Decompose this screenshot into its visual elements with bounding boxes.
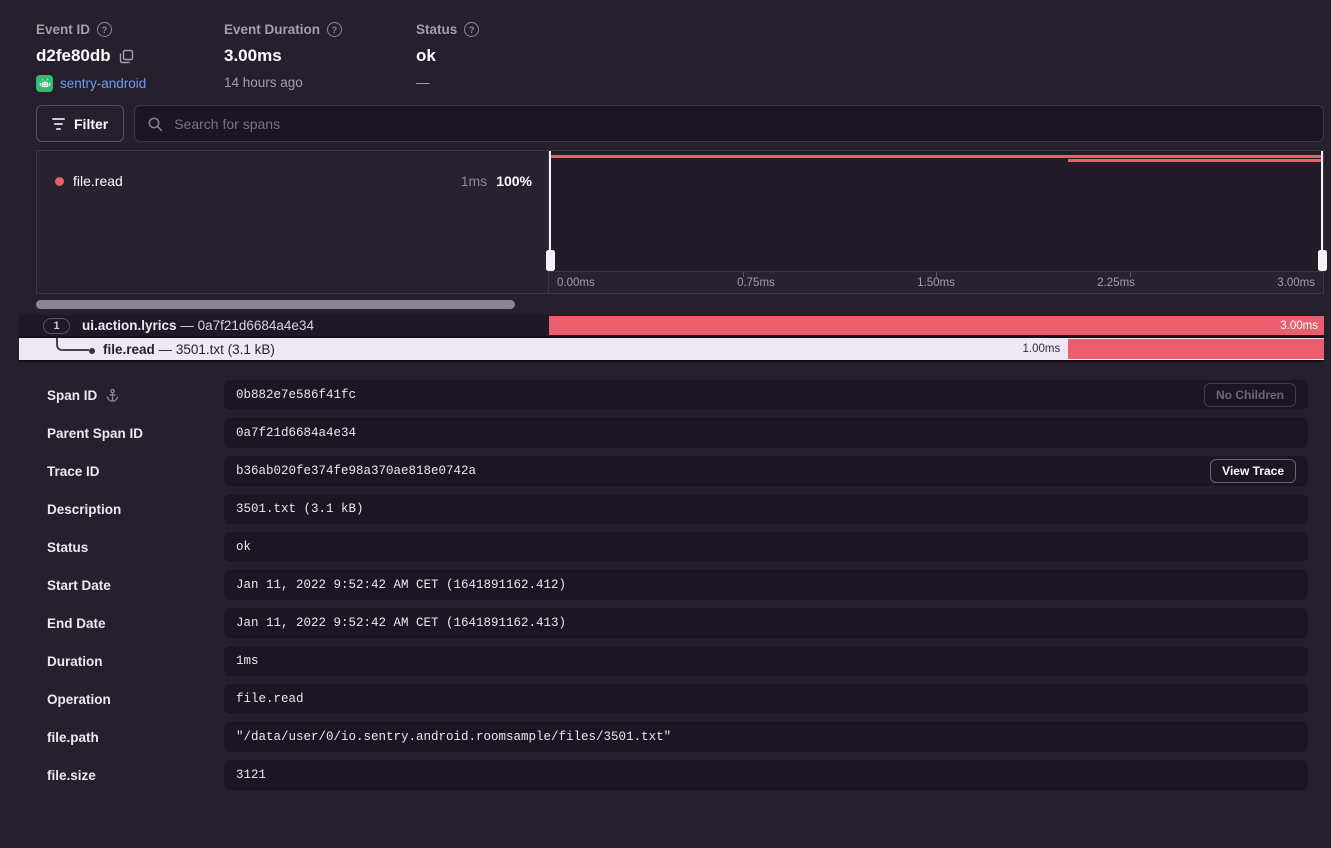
project-link[interactable]: sentry-android [60,76,146,91]
detail-row: file.size3121 [47,760,1308,790]
children-count-badge[interactable]: 1 [43,318,70,334]
minimap-right-handle[interactable] [1321,151,1323,271]
detail-row: Statusok [47,532,1308,562]
detail-value: 3121 [224,760,1308,790]
event-id-value: d2fe80db [36,46,111,66]
detail-row: Span ID0b882e7e586f41fcNo Children [47,380,1308,410]
detail-row: Parent Span ID0a7f21d6684a4e34 [47,418,1308,448]
time-axis: 0.00ms 0.75ms 1.50ms 2.25ms 3.00ms [549,271,1323,293]
detail-label: Start Date [47,578,224,593]
detail-row: Description3501.txt (3.1 kB) [47,494,1308,524]
span-duration-label: 1.00ms [1023,338,1061,360]
no-children-button[interactable]: No Children [1204,383,1296,407]
detail-row: Duration1ms [47,646,1308,676]
span-desc: 0a7f21d6684a4e34 [198,318,314,333]
detail-label: Parent Span ID [47,426,224,441]
filter-icon [52,118,65,130]
span-desc: 3501.txt (3.1 kB) [176,342,275,357]
horizontal-scrollbar[interactable] [36,300,515,309]
view-trace-button[interactable]: View Trace [1210,459,1296,483]
span-details-table: Span ID0b882e7e586f41fcNo Children Parent… [0,380,1331,790]
search-icon [147,116,163,132]
filter-button-label: Filter [74,116,108,132]
detail-value: Jan 11, 2022 9:52:42 AM CET (1641891162.… [224,608,1308,638]
axis-tick-label: 0.00ms [557,277,595,289]
ops-breakdown-panel: file.read 1ms 100% [37,151,549,293]
span-toolbar: Filter [36,105,1324,142]
detail-value: 0a7f21d6684a4e34 [224,418,1308,448]
status-sub: — [416,75,430,90]
detail-value: 0b882e7e586f41fcNo Children [224,380,1308,410]
span-tree: 1 ui.action.lyrics — 0a7f21d6684a4e34 3.… [19,315,1324,362]
trace-minimap: file.read 1ms 100% 0.00ms 0.75ms 1.50ms 2.2… [36,150,1324,294]
detail-label: End Date [47,616,224,631]
detail-row: Operationfile.read [47,684,1308,714]
span-op: file.read [103,342,155,357]
event-id-label: Event ID [36,22,90,37]
minimap-span-line [549,155,1323,158]
op-name: file.read [73,173,123,189]
axis-tick-label: 2.25ms [1097,277,1135,289]
axis-tick-label: 0.75ms [737,277,775,289]
detail-row: file.path"/data/user/0/io.sentry.android… [47,722,1308,752]
scroll-strip [36,294,1324,315]
minimap-left-handle[interactable] [549,151,551,271]
span-row-transaction[interactable]: 1 ui.action.lyrics — 0a7f21d6684a4e34 3.… [19,315,1324,338]
status-label: Status [416,22,457,37]
event-id-label-row: Event ID ? [36,22,224,37]
detail-row: Start DateJan 11, 2022 9:52:42 AM CET (1… [47,570,1308,600]
event-duration-label: Event Duration [224,22,320,37]
detail-label: Trace ID [47,464,224,479]
event-duration-value: 3.00ms [224,46,282,66]
detail-value: Jan 11, 2022 9:52:42 AM CET (1641891162.… [224,570,1308,600]
help-icon[interactable]: ? [97,22,112,37]
detail-row: Trace IDb36ab020fe374fe98a370ae818e0742a… [47,456,1308,486]
detail-value: file.read [224,684,1308,714]
span-op: ui.action.lyrics [82,318,177,333]
axis-tick-label: 1.50ms [917,277,955,289]
android-platform-icon [36,75,53,92]
status-value: ok [416,46,436,66]
tree-connector-dot [89,348,95,354]
filter-button[interactable]: Filter [36,105,124,142]
detail-value: b36ab020fe374fe98a370ae818e0742aView Tra… [224,456,1308,486]
span-search [134,105,1324,142]
op-color-dot [55,177,64,186]
span-row-selected[interactable]: file.read — 3501.txt (3.1 kB) 1.00ms [19,338,1324,362]
span-duration-label: 3.00ms [1280,320,1324,332]
help-icon[interactable]: ? [464,22,479,37]
detail-value: ok [224,532,1308,562]
detail-label: Span ID [47,388,224,403]
op-percent: 100% [496,173,532,189]
ops-legend-row[interactable]: file.read 1ms 100% [37,151,548,189]
search-input[interactable] [172,115,1311,133]
anchor-icon[interactable] [105,388,120,403]
event-header: Event ID ? d2fe80db [0,0,1331,92]
detail-row: End DateJan 11, 2022 9:52:42 AM CET (164… [47,608,1308,638]
axis-tick-label: 3.00ms [1277,277,1315,289]
tree-connector [56,338,89,351]
minimap-span-line [1068,159,1323,162]
detail-label: file.path [47,730,224,745]
detail-label: Description [47,502,224,517]
detail-label: Operation [47,692,224,707]
minimap-timeline: 0.00ms 0.75ms 1.50ms 2.25ms 3.00ms [549,151,1323,293]
copy-icon[interactable] [119,49,134,64]
status-label-row: Status ? [416,22,479,37]
span-duration-bar[interactable] [1068,339,1324,359]
detail-value: 1ms [224,646,1308,676]
detail-value: "/data/user/0/io.sentry.android.roomsamp… [224,722,1308,752]
detail-label: Status [47,540,224,555]
event-duration-ago: 14 hours ago [224,75,303,90]
span-duration-bar[interactable]: 3.00ms [549,316,1324,335]
event-duration-label-row: Event Duration ? [224,22,416,37]
minimap-chart[interactable] [549,151,1323,271]
detail-label: file.size [47,768,224,783]
op-duration: 1ms [461,173,487,189]
help-icon[interactable]: ? [327,22,342,37]
detail-label: Duration [47,654,224,669]
detail-value: 3501.txt (3.1 kB) [224,494,1308,524]
